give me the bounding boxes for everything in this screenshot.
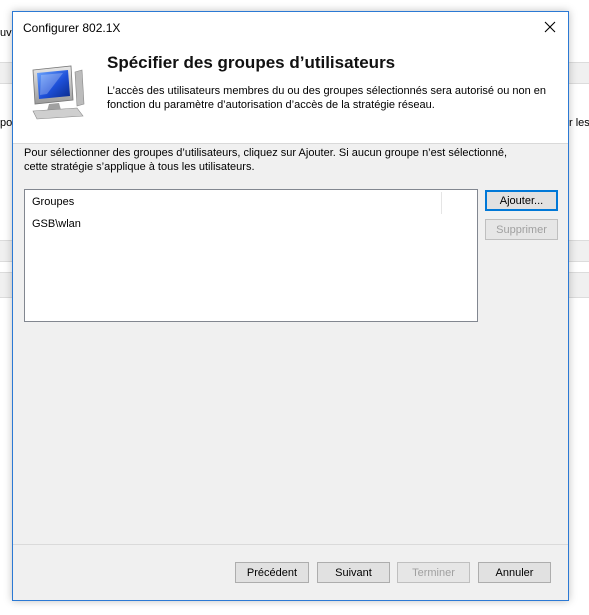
cancel-button[interactable]: Annuler xyxy=(478,562,551,583)
background-window-text: po xyxy=(0,117,13,129)
configure-8021x-dialog: Configurer 802.1X Spécifier des groupes … xyxy=(12,11,569,601)
instructions-text: Pour sélectionner des groupes d’utilisat… xyxy=(24,147,508,173)
list-header: Groupes xyxy=(25,190,477,214)
network-policy-computer-icon xyxy=(32,65,85,120)
window-title: Configurer 802.1X xyxy=(23,21,121,35)
groups-list[interactable]: Groupes GSB\wlan xyxy=(24,189,478,322)
title-bar: Configurer 802.1X xyxy=(13,12,568,42)
page-title: Spécifier des groupes d’utilisateurs xyxy=(107,53,396,72)
finish-button[interactable]: Terminer xyxy=(397,562,470,583)
page-description: L’accès des utilisateurs membres du ou d… xyxy=(107,85,547,111)
column-header-groups[interactable]: Groupes xyxy=(32,196,74,208)
previous-button[interactable]: Précédent xyxy=(235,562,309,583)
list-item[interactable]: GSB\wlan xyxy=(32,218,81,230)
remove-button[interactable]: Supprimer xyxy=(485,219,558,240)
column-separator[interactable] xyxy=(441,192,442,214)
background-window-text: r les xyxy=(569,117,589,129)
add-button[interactable]: Ajouter... xyxy=(485,190,558,211)
next-button[interactable]: Suivant xyxy=(317,562,390,583)
close-button[interactable] xyxy=(532,12,568,42)
close-icon xyxy=(544,21,556,33)
footer-divider xyxy=(13,544,568,545)
wizard-header: Spécifier des groupes d’utilisateurs L’a… xyxy=(13,42,568,144)
